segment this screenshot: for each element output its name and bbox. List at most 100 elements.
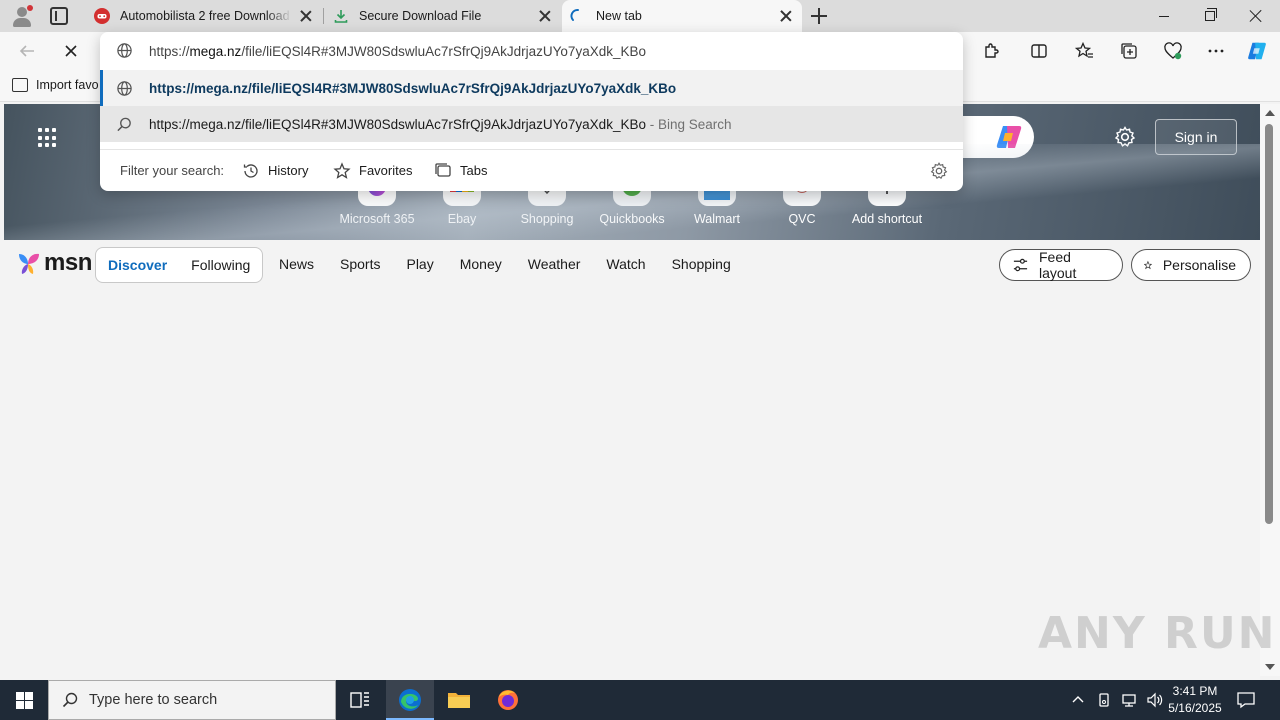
sliders-icon xyxy=(1013,258,1028,272)
filter-favorites[interactable]: Favorites xyxy=(333,161,412,180)
feed-category-links: News Sports Play Money Weather Watch Sho… xyxy=(279,256,757,272)
app-launcher-icon[interactable] xyxy=(38,128,58,148)
nav-link-news[interactable]: News xyxy=(279,256,314,272)
star-list-icon xyxy=(1074,41,1093,58)
search-icon xyxy=(117,117,131,132)
feed-segment-control: Discover Following xyxy=(95,247,264,283)
taskbar-search-box[interactable]: Type here to search xyxy=(48,680,336,720)
search-query: https://mega.nz/file/liEQSl4R#3MJW80Sdsw… xyxy=(149,116,646,132)
folder-icon xyxy=(448,693,470,708)
stop-loading-button[interactable] xyxy=(60,40,82,62)
feed-layout-button[interactable]: Feed layout xyxy=(999,249,1123,281)
close-tab-icon[interactable] xyxy=(778,8,794,24)
page-settings-button[interactable] xyxy=(1114,126,1136,148)
clock-date: 5/16/2025 xyxy=(1168,701,1222,715)
import-favorites-link[interactable]: Import favo xyxy=(12,78,99,92)
close-window-button[interactable] xyxy=(1233,0,1279,32)
minimize-button[interactable] xyxy=(1141,0,1187,32)
sign-in-button[interactable]: Sign in xyxy=(1155,119,1237,155)
favorites-button[interactable] xyxy=(1073,40,1095,62)
shortcut-label: QVC xyxy=(788,212,816,226)
nav-link-money[interactable]: Money xyxy=(460,256,502,272)
msn-feed-nav: msn Discover Following News Sports Play … xyxy=(4,240,1260,288)
anyrun-watermark: ANY RUN xyxy=(1038,608,1277,659)
msn-logo[interactable]: msn xyxy=(16,249,92,277)
network-icon[interactable] xyxy=(1120,692,1138,708)
collections-button[interactable] xyxy=(1118,40,1140,62)
page-scrollbar[interactable] xyxy=(1260,104,1280,676)
taskbar-clock[interactable]: 3:41 PM 5/16/2025 xyxy=(1160,683,1230,717)
taskbar-file-explorer[interactable] xyxy=(435,680,483,720)
nav-link-weather[interactable]: Weather xyxy=(528,256,581,272)
close-tab-icon[interactable] xyxy=(298,8,314,24)
address-text: https://mega.nz/file/liEQSl4R#3MJW80Sdsw… xyxy=(149,44,646,59)
taskbar-firefox[interactable] xyxy=(484,680,532,720)
tab-new-tab[interactable]: New tab xyxy=(562,0,802,32)
minimize-icon xyxy=(1159,15,1169,17)
nav-link-sports[interactable]: Sports xyxy=(340,256,380,272)
profile-avatar-icon[interactable] xyxy=(10,4,34,28)
collections-icon xyxy=(1121,43,1137,59)
extensions-button[interactable] xyxy=(980,40,1002,62)
more-dots-icon xyxy=(1208,49,1224,53)
back-button[interactable] xyxy=(16,40,38,62)
restore-button[interactable] xyxy=(1187,0,1233,32)
chevron-up-icon[interactable] xyxy=(1070,692,1086,708)
suggestion-search-text: https://mega.nz/file/liEQSl4R#3MJW80Sdsw… xyxy=(149,117,732,132)
url-path: /file/liEQSl4R#3MJW80SdswluAc7rSfrQj9AkJ… xyxy=(241,43,646,59)
download-icon xyxy=(333,8,349,24)
shortcut-label: Ebay xyxy=(447,212,477,226)
tab-actions-icon[interactable] xyxy=(50,7,68,25)
device-icon[interactable] xyxy=(1096,692,1112,708)
tab-automobilista[interactable]: Automobilista 2 free Download - xyxy=(86,0,322,32)
task-view-button[interactable] xyxy=(336,680,384,720)
tab-secure-download[interactable]: Secure Download File xyxy=(325,0,561,32)
filter-history[interactable]: History xyxy=(242,162,308,180)
shortcut-label: Walmart xyxy=(693,212,741,226)
nav-link-play[interactable]: Play xyxy=(406,256,433,272)
close-tab-icon[interactable] xyxy=(537,8,553,24)
msn-butterfly-icon xyxy=(19,253,39,274)
suggestion-url-text: https://mega.nz/file/liEQSl4R#3MJW80Sdsw… xyxy=(149,80,677,96)
notification-center-icon[interactable] xyxy=(1236,690,1256,710)
tab-separator xyxy=(323,8,324,24)
back-arrow-icon xyxy=(19,45,34,57)
address-input[interactable]: https://mega.nz/file/liEQSl4R#3MJW80Sdsw… xyxy=(100,32,963,70)
star-icon xyxy=(333,161,351,179)
nav-link-watch[interactable]: Watch xyxy=(606,256,645,272)
personalise-label: Personalise xyxy=(1162,257,1236,273)
search-settings-gear-icon[interactable] xyxy=(930,162,948,180)
start-button[interactable] xyxy=(0,680,48,720)
taskbar-edge[interactable] xyxy=(386,680,434,720)
tab-following[interactable]: Following xyxy=(191,257,250,273)
windows-logo-icon xyxy=(15,691,33,709)
url-scheme: https:// xyxy=(149,43,190,59)
settings-more-button[interactable] xyxy=(1205,40,1227,62)
scroll-up-arrow-icon[interactable] xyxy=(1265,110,1275,116)
close-icon xyxy=(1249,9,1263,23)
stop-x-icon xyxy=(65,45,77,57)
scroll-down-arrow-icon[interactable] xyxy=(1265,664,1275,670)
copilot-icon xyxy=(1248,42,1266,60)
nav-link-shopping[interactable]: Shopping xyxy=(672,256,731,272)
filter-history-label: History xyxy=(268,163,309,178)
filter-tabs[interactable]: Tabs xyxy=(434,162,487,180)
shortcut-label: Shopping xyxy=(520,212,574,226)
clock-time: 3:41 PM xyxy=(1172,684,1218,698)
split-screen-icon xyxy=(1031,44,1047,58)
suggestion-url[interactable]: https://mega.nz/file/liEQSl4R#3MJW80Sdsw… xyxy=(100,70,963,106)
browser-essentials-button[interactable] xyxy=(1162,40,1184,62)
feed-layout-label: Feed layout xyxy=(1038,249,1077,281)
personalise-button[interactable]: Personalise xyxy=(1131,249,1251,281)
sparkle-star-icon xyxy=(1144,260,1153,270)
windows-taskbar: Type here to search 3:41 PM 5/16/2025 xyxy=(0,680,1280,720)
copilot-button[interactable] xyxy=(1246,40,1268,62)
tab-discover[interactable]: Discover xyxy=(108,257,167,273)
suggestion-bing-search[interactable]: https://mega.nz/file/liEQSl4R#3MJW80Sdsw… xyxy=(100,106,963,142)
scroll-thumb[interactable] xyxy=(1265,124,1273,524)
search-engine-suffix: - Bing Search xyxy=(649,116,732,132)
split-screen-button[interactable] xyxy=(1028,40,1050,62)
new-tab-plus-icon[interactable] xyxy=(808,5,830,27)
taskbar-search-placeholder: Type here to search xyxy=(89,692,218,708)
firefox-icon xyxy=(498,690,518,710)
